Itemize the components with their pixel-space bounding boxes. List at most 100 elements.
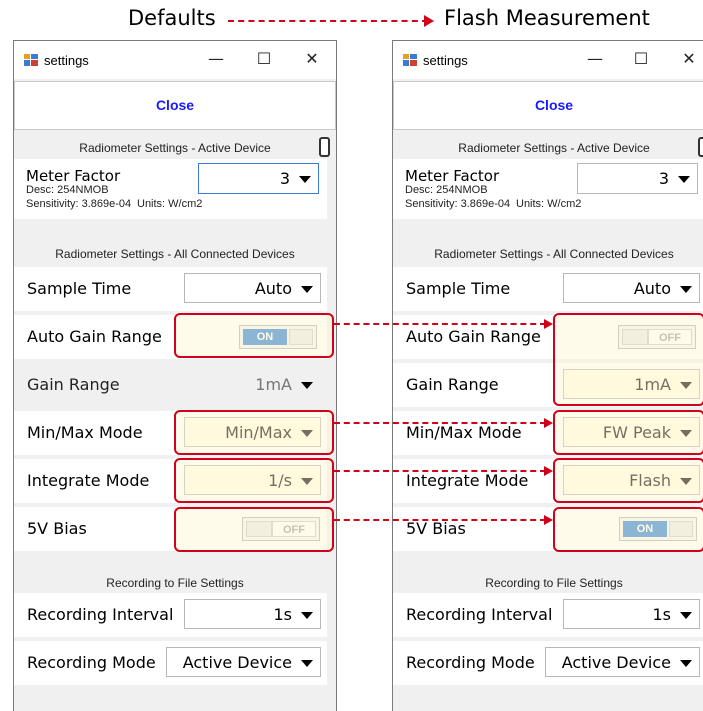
sample-time-row: Sample Time Auto [393, 267, 703, 311]
auto-gain-label: Auto Gain Range [406, 327, 541, 346]
highlight-minmax-defaults [174, 410, 334, 455]
sample-time-label: Sample Time [27, 279, 132, 298]
recording-interval-dropdown[interactable]: 1s [563, 599, 700, 629]
gain-range-label: Gain Range [406, 375, 499, 394]
recording-mode-label: Recording Mode [27, 653, 156, 672]
meter-factor-dropdown[interactable]: 3 [577, 163, 698, 194]
recording-interval-value: 1s [652, 605, 671, 624]
sample-time-dropdown[interactable]: Auto [184, 273, 321, 303]
highlight-gain-flash [553, 313, 703, 406]
recording-interval-label: Recording Interval [406, 605, 553, 624]
highlight-integrate-defaults [174, 458, 334, 503]
bias-label: 5V Bias [406, 519, 466, 538]
highlight-bias-flash [553, 507, 703, 552]
all-devices-section-title: Radiometer Settings - All Connected Devi… [434, 247, 674, 261]
recording-mode-dropdown[interactable]: Active Device [545, 647, 700, 677]
scrollbar-thumb[interactable] [319, 137, 330, 157]
close-window-icon[interactable]: ✕ [679, 49, 699, 69]
sample-time-dropdown[interactable]: Auto [563, 273, 700, 303]
gain-range-value: 1mA [255, 375, 292, 394]
chevron-down-icon [301, 382, 313, 389]
arrow-bias [334, 519, 546, 521]
arrow-head [544, 466, 553, 476]
chevron-down-icon [680, 660, 692, 667]
minimize-icon[interactable]: — [585, 49, 605, 69]
chevron-down-icon [299, 176, 311, 183]
arrow-head [544, 418, 553, 428]
app-icon [403, 54, 417, 66]
arrow-head [544, 515, 553, 525]
meter-factor-label: Meter Factor [405, 167, 500, 185]
sample-time-value: Auto [254, 279, 292, 298]
sample-time-label: Sample Time [406, 279, 511, 298]
bias-label: 5V Bias [27, 519, 87, 538]
recording-section-title: Recording to File Settings [106, 576, 244, 590]
highlight-auto-gain-defaults [174, 313, 334, 358]
header-arrow-head [424, 15, 434, 27]
meter-factor-dropdown[interactable]: 3 [198, 163, 319, 194]
maximize-icon[interactable]: ☐ [631, 49, 651, 69]
gain-range-dropdown[interactable]: 1mA [184, 369, 321, 399]
meter-factor-panel: Meter Factor Desc: 254NMOB Sensitivity: … [14, 159, 327, 219]
minmax-mode-label: Min/Max Mode [27, 423, 143, 442]
all-devices-section-title: Radiometer Settings - All Connected Devi… [55, 247, 295, 261]
meter-desc: Desc: 254NMOB [26, 184, 109, 196]
meter-factor-value: 3 [658, 169, 669, 188]
auto-gain-label: Auto Gain Range [27, 327, 162, 346]
arrow-auto-gain [334, 323, 546, 325]
arrow-integrate [334, 470, 546, 472]
arrow-head [544, 319, 553, 329]
highlight-integrate-flash [553, 458, 703, 503]
recording-interval-row: Recording Interval 1s [393, 593, 703, 637]
meter-factor-value: 3 [279, 169, 290, 188]
meter-factor-panel: Meter Factor Desc: 254NMOB Sensitivity: … [393, 159, 703, 219]
title-bar: settings — ☐ ✕ [393, 41, 703, 79]
maximize-icon[interactable]: ☐ [254, 49, 274, 69]
recording-mode-value: Active Device [561, 653, 671, 672]
chevron-down-icon [678, 176, 690, 183]
chevron-down-icon [301, 286, 313, 293]
window-title: settings [423, 53, 468, 68]
recording-interval-dropdown[interactable]: 1s [184, 599, 321, 629]
chevron-down-icon [680, 612, 692, 619]
recording-mode-row: Recording Mode Active Device [393, 641, 703, 685]
recording-mode-label: Recording Mode [406, 653, 535, 672]
defaults-label: Defaults [128, 6, 216, 30]
gain-range-row: Gain Range 1mA [14, 363, 327, 407]
flash-measurement-label: Flash Measurement [444, 6, 650, 30]
highlight-minmax-flash [553, 410, 703, 455]
chevron-down-icon [301, 660, 313, 667]
recording-mode-row: Recording Mode Active Device [14, 641, 327, 685]
recording-interval-label: Recording Interval [27, 605, 174, 624]
recording-section-title: Recording to File Settings [485, 576, 623, 590]
active-device-section-title: Radiometer Settings - Active Device [458, 141, 650, 155]
meter-units: Units: W/cm2 [137, 198, 203, 210]
app-icon [24, 54, 38, 66]
recording-mode-dropdown[interactable]: Active Device [166, 647, 321, 677]
chevron-down-icon [680, 286, 692, 293]
integrate-mode-label: Integrate Mode [27, 471, 150, 490]
meter-units: Units: W/cm2 [516, 198, 582, 210]
recording-mode-value: Active Device [182, 653, 292, 672]
chevron-down-icon [301, 612, 313, 619]
meter-sensitivity: Sensitivity: 3.869e-04 [26, 198, 132, 210]
gain-range-label: Gain Range [27, 375, 120, 394]
title-bar: settings — ☐ ✕ [14, 41, 336, 79]
meter-sensitivity: Sensitivity: 3.869e-04 [405, 198, 511, 210]
active-device-section-title: Radiometer Settings - Active Device [79, 141, 271, 155]
recording-interval-value: 1s [273, 605, 292, 624]
meter-factor-label: Meter Factor [26, 167, 121, 185]
window-title: settings [44, 53, 89, 68]
meter-desc: Desc: 254NMOB [405, 184, 488, 196]
minimize-icon[interactable]: — [206, 49, 226, 69]
arrow-minmax [334, 422, 546, 424]
close-button[interactable]: Close [393, 81, 703, 130]
close-button[interactable]: Close [14, 81, 336, 130]
integrate-mode-label: Integrate Mode [406, 471, 529, 490]
scrollbar-thumb[interactable] [698, 137, 703, 157]
sample-time-value: Auto [633, 279, 671, 298]
close-window-icon[interactable]: ✕ [302, 49, 322, 69]
minmax-mode-label: Min/Max Mode [406, 423, 522, 442]
header-arrow [228, 20, 428, 22]
sample-time-row: Sample Time Auto [14, 267, 327, 311]
